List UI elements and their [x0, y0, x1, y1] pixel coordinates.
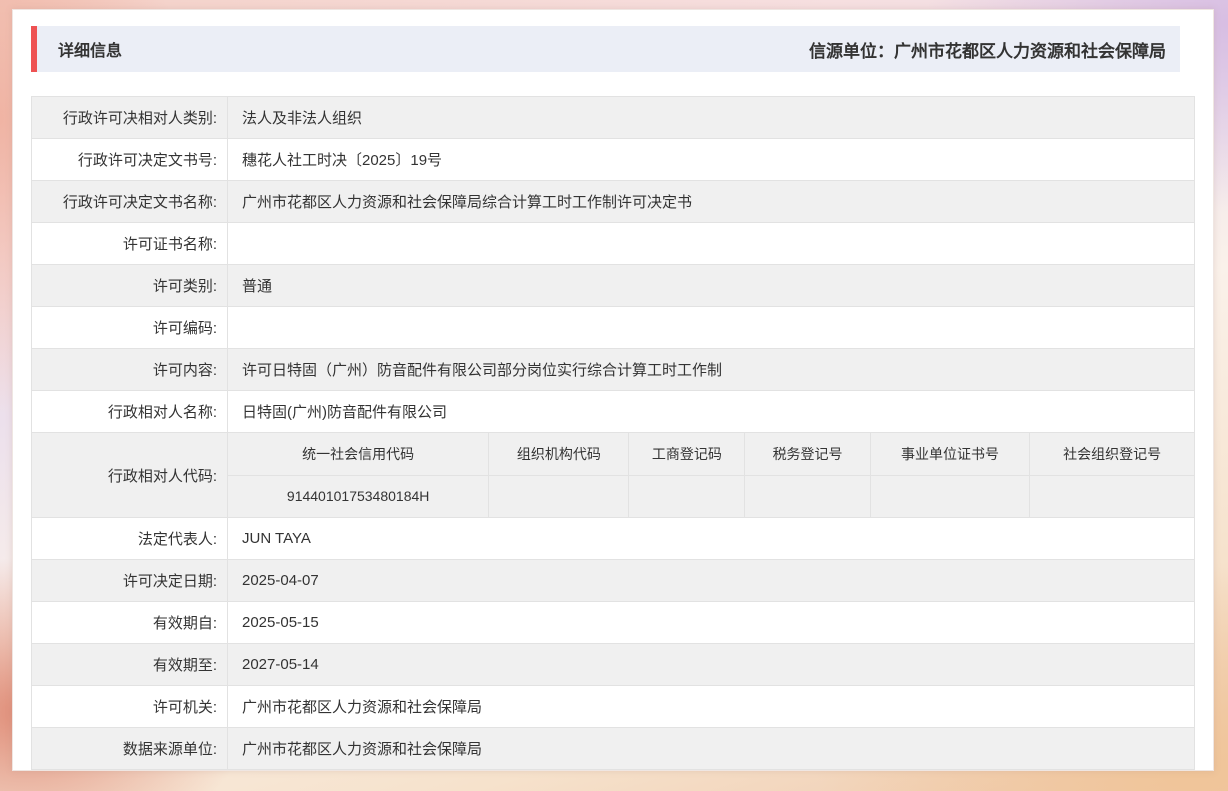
- field-label: 许可内容:: [32, 349, 228, 391]
- codes-value: [629, 475, 745, 517]
- codes-value-row: 91440101753480184H: [228, 475, 1194, 517]
- field-value: 2025-05-15: [228, 602, 1195, 644]
- field-value: 法人及非法人组织: [228, 97, 1195, 139]
- field-value: 广州市花都区人力资源和社会保障局: [228, 686, 1195, 728]
- field-label: 行政相对人代码:: [32, 433, 228, 518]
- table-row: 许可编码:: [32, 307, 1195, 349]
- field-value: 广州市花都区人力资源和社会保障局: [228, 728, 1195, 770]
- table-row: 有效期至: 2027-05-14: [32, 644, 1195, 686]
- field-label: 许可编码:: [32, 307, 228, 349]
- codes-header: 组织机构代码: [489, 433, 629, 475]
- field-value: 穗花人社工时决〔2025〕19号: [228, 139, 1195, 181]
- field-label: 有效期自:: [32, 602, 228, 644]
- field-value: 广州市花都区人力资源和社会保障局综合计算工时工作制许可决定书: [228, 181, 1195, 223]
- field-value: 日特固(广州)防音配件有限公司: [228, 391, 1195, 433]
- codes-table: 统一社会信用代码 组织机构代码 工商登记码 税务登记号 事业单位证书号 社会组织…: [228, 433, 1194, 517]
- table-row: 行政许可决定文书号: 穗花人社工时决〔2025〕19号: [32, 139, 1195, 181]
- field-value: 2027-05-14: [228, 644, 1195, 686]
- codes-value: [870, 475, 1029, 517]
- accent-bar: [31, 26, 37, 72]
- field-label: 行政许可决相对人类别:: [32, 97, 228, 139]
- field-label: 许可机关:: [32, 686, 228, 728]
- codes-value: 91440101753480184H: [228, 475, 489, 517]
- field-label: 行政相对人名称:: [32, 391, 228, 433]
- table-row: 法定代表人: JUN TAYA: [32, 518, 1195, 560]
- table-row: 许可类别: 普通: [32, 265, 1195, 307]
- table-row: 行政相对人名称: 日特固(广州)防音配件有限公司: [32, 391, 1195, 433]
- detail-table: 行政许可决相对人类别: 法人及非法人组织 行政许可决定文书号: 穗花人社工时决〔…: [31, 96, 1195, 770]
- field-value: 普通: [228, 265, 1195, 307]
- field-label: 许可决定日期:: [32, 560, 228, 602]
- field-value: JUN TAYA: [228, 518, 1195, 560]
- codes-value: [1030, 475, 1194, 517]
- table-row: 行政许可决定文书名称: 广州市花都区人力资源和社会保障局综合计算工时工作制许可决…: [32, 181, 1195, 223]
- field-label: 有效期至:: [32, 644, 228, 686]
- section-header: 详细信息 信源单位：广州市花都区人力资源和社会保障局: [31, 26, 1180, 72]
- codes-cell: 统一社会信用代码 组织机构代码 工商登记码 税务登记号 事业单位证书号 社会组织…: [228, 433, 1195, 518]
- field-label: 许可类别:: [32, 265, 228, 307]
- table-row: 许可机关: 广州市花都区人力资源和社会保障局: [32, 686, 1195, 728]
- field-label: 行政许可决定文书名称:: [32, 181, 228, 223]
- field-value: 2025-04-07: [228, 560, 1195, 602]
- codes-value: [745, 475, 871, 517]
- table-row: 行政许可决相对人类别: 法人及非法人组织: [32, 97, 1195, 139]
- codes-header: 税务登记号: [745, 433, 871, 475]
- field-label: 法定代表人:: [32, 518, 228, 560]
- table-row: 数据来源单位: 广州市花都区人力资源和社会保障局: [32, 728, 1195, 770]
- table-row: 许可内容: 许可日特固（广州）防音配件有限公司部分岗位实行综合计算工时工作制: [32, 349, 1195, 391]
- page-title: 详细信息: [58, 37, 122, 61]
- table-row-codes: 行政相对人代码: 统一社会信用代码 组织机构代码 工商登记码 税务登记号 事业单…: [32, 433, 1195, 518]
- field-value: 许可日特固（广州）防音配件有限公司部分岗位实行综合计算工时工作制: [228, 349, 1195, 391]
- codes-value: [489, 475, 629, 517]
- field-label: 行政许可决定文书号:: [32, 139, 228, 181]
- codes-header: 工商登记码: [629, 433, 745, 475]
- table-row: 许可证书名称:: [32, 223, 1195, 265]
- source-unit: 信源单位：广州市花都区人力资源和社会保障局: [809, 37, 1180, 62]
- field-value: [228, 307, 1195, 349]
- field-label: 许可证书名称:: [32, 223, 228, 265]
- detail-card: 详细信息 信源单位：广州市花都区人力资源和社会保障局 行政许可决相对人类别: 法…: [12, 9, 1214, 771]
- table-row: 许可决定日期: 2025-04-07: [32, 560, 1195, 602]
- table-row: 有效期自: 2025-05-15: [32, 602, 1195, 644]
- codes-header: 社会组织登记号: [1030, 433, 1194, 475]
- codes-header-row: 统一社会信用代码 组织机构代码 工商登记码 税务登记号 事业单位证书号 社会组织…: [228, 433, 1194, 475]
- field-label: 数据来源单位:: [32, 728, 228, 770]
- field-value: [228, 223, 1195, 265]
- codes-header: 统一社会信用代码: [228, 433, 489, 475]
- codes-header: 事业单位证书号: [870, 433, 1029, 475]
